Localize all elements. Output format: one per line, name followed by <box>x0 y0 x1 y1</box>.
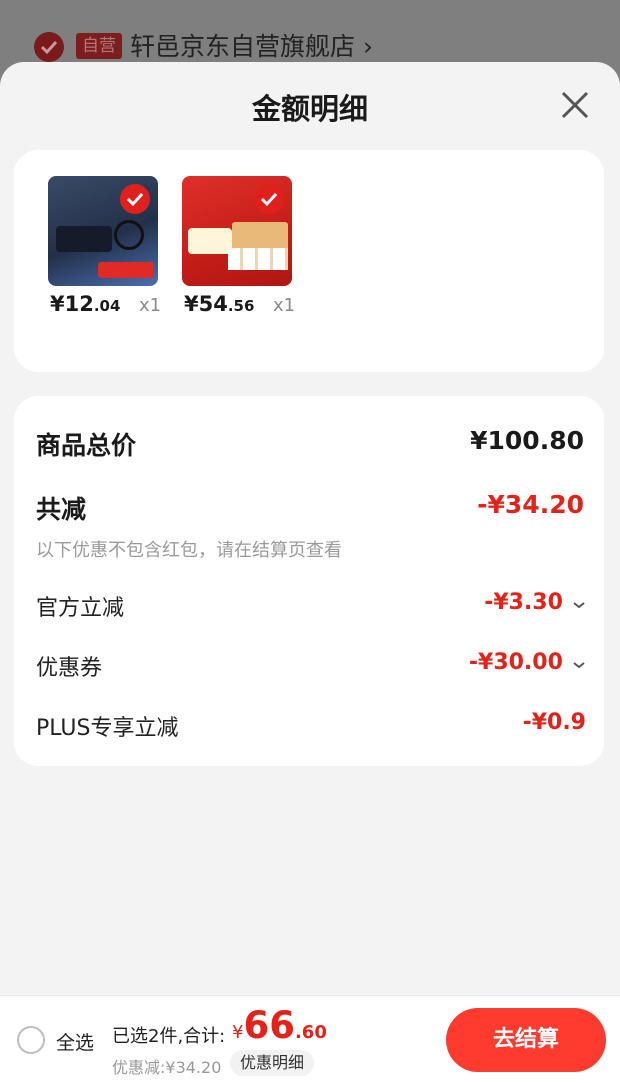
bottles-image <box>228 248 288 270</box>
checkout-bar: 全选 已选2件,合计: ¥66.60 优惠减:¥34.20 优惠明细 去结算 <box>0 995 620 1083</box>
product-thumbnail[interactable] <box>48 176 158 286</box>
discount-value: -¥0.9 <box>522 710 586 735</box>
product-price: ¥12.04 <box>50 292 121 316</box>
discount-label: 官方立减 <box>36 596 125 621</box>
total-price-label: 商品总价 <box>36 431 137 460</box>
store-name-link[interactable]: 轩邑京东自营旗舰店 › <box>130 30 373 64</box>
select-all-checkbox[interactable] <box>17 1026 45 1054</box>
discount-detail-button[interactable]: 优惠明细 <box>230 1050 315 1076</box>
product-quantity: x1 <box>139 295 162 316</box>
total-amount: ¥66.60 <box>232 1004 327 1047</box>
cable-image <box>114 220 144 250</box>
checkout-button[interactable]: 去结算 <box>446 1008 606 1072</box>
discount-label: PLUS专享立减 <box>36 716 179 741</box>
price-chip-image <box>188 228 232 254</box>
product-item[interactable] <box>48 176 158 286</box>
check-icon <box>120 184 150 214</box>
products-card: ¥12.04 x1 ¥54.56 x1 <box>14 150 604 372</box>
selected-count: 已选2件,合计: <box>112 1026 226 1047</box>
total-reduction-value: -¥34.20 <box>477 490 584 519</box>
product-price: ¥54.56 <box>184 292 255 316</box>
store-name: 轩邑京东自营旗舰店 <box>130 32 356 61</box>
store-check-icon[interactable] <box>34 32 64 62</box>
select-all-label[interactable]: 全选 <box>56 1028 94 1055</box>
chevron-down-icon[interactable] <box>572 660 586 670</box>
shaver-image <box>56 226 112 252</box>
product-item[interactable] <box>182 176 292 286</box>
total-reduction-label: 共减 <box>36 495 87 524</box>
chevron-down-icon[interactable] <box>572 600 586 610</box>
discount-value: -¥30.00 <box>468 650 563 675</box>
chevron-right-icon: › <box>362 32 373 61</box>
amount-detail-sheet: 金额明细 ¥12.04 x1 ¥54.56 x1 商品总价 ¥100.80 共减… <box>0 62 620 1083</box>
product-quantity: x1 <box>273 295 296 316</box>
reduction-note: 以下优惠不包含红包，请在结算页查看 <box>36 540 342 561</box>
close-icon[interactable] <box>558 88 592 122</box>
discount-value: -¥3.30 <box>484 590 563 615</box>
self-operated-badge: 自营 <box>76 33 122 59</box>
sheet-title: 金额明细 <box>251 92 368 126</box>
discount-label: 优惠券 <box>36 656 103 681</box>
check-icon <box>254 184 284 214</box>
sold-tag <box>98 262 154 278</box>
product-thumbnail[interactable] <box>182 176 292 286</box>
discount-summary: 优惠减:¥34.20 <box>112 1058 222 1077</box>
amount-summary-card: 商品总价 ¥100.80 共减 -¥34.20 以下优惠不包含红包，请在结算页查… <box>14 396 604 766</box>
total-price-value: ¥100.80 <box>470 426 584 455</box>
